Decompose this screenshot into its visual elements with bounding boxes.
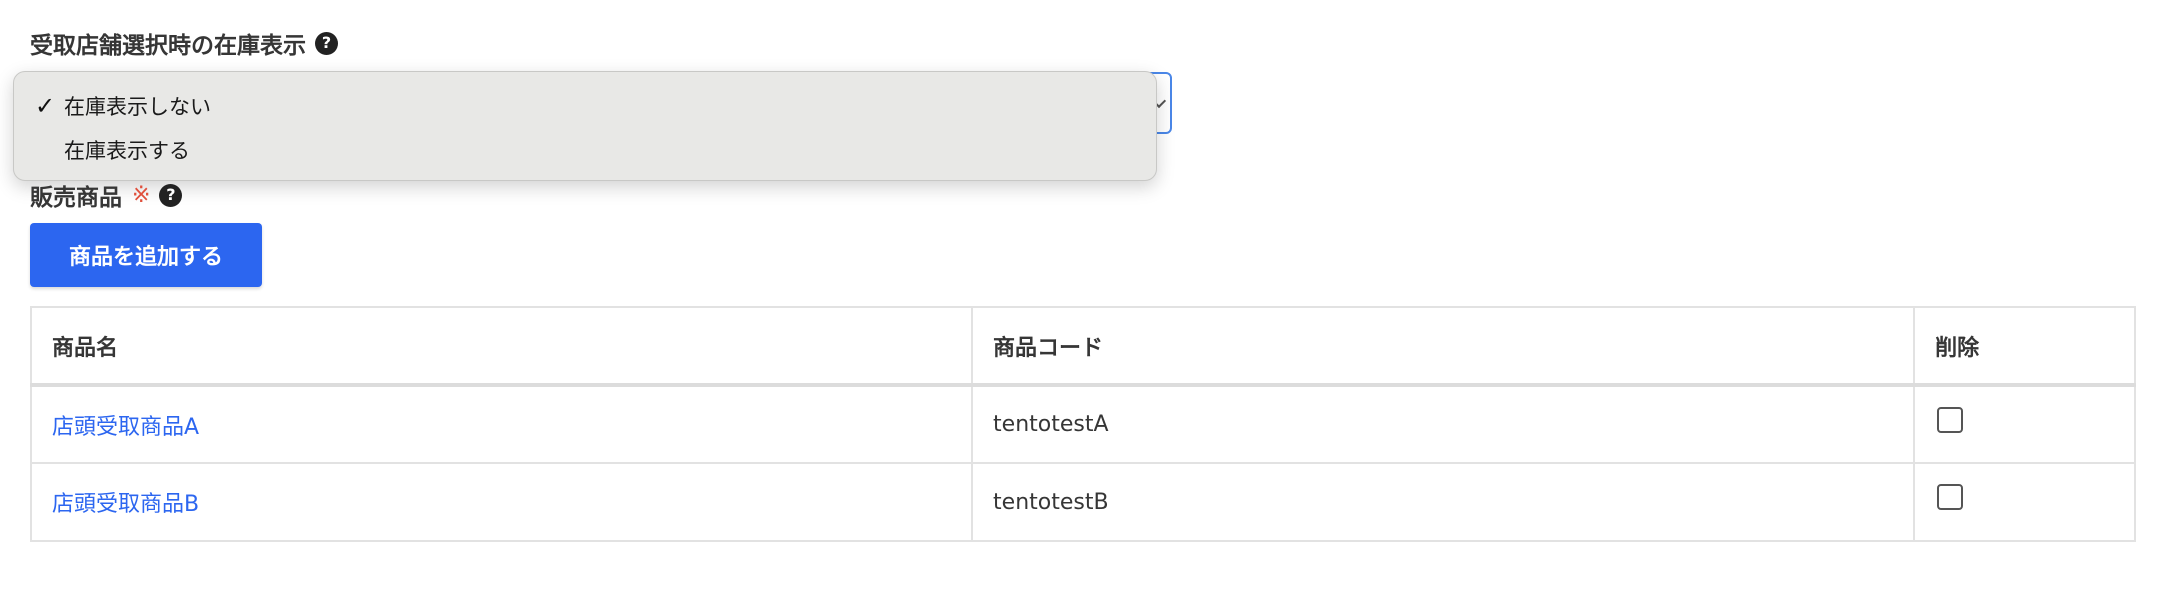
table-row: 店頭受取商品B tentotestB <box>29 462 2136 542</box>
settings-page: 受取店舗選択時の在庫表示 ? ✓ 在庫表示しない 在庫表示する 販売商品 ※ ?… <box>0 0 2166 594</box>
products-label: 販売商品 <box>30 185 122 211</box>
column-header-delete: 削除 <box>1913 306 2136 386</box>
stock-display-dropdown[interactable]: ✓ 在庫表示しない 在庫表示する <box>13 71 1157 181</box>
column-header-product-code: 商品コード <box>971 306 1916 386</box>
dropdown-option-show-stock[interactable]: 在庫表示する <box>14 130 1156 170</box>
table-row: 店頭受取商品A tentotestA <box>29 384 2136 464</box>
product-code-cell: tentotestA <box>971 384 1916 464</box>
delete-cell <box>1913 384 2136 464</box>
add-product-button[interactable]: 商品を追加する <box>30 223 262 287</box>
stock-display-label: 受取店舗選択時の在庫表示 <box>30 33 306 59</box>
product-table: 商品名 商品コード 削除 店頭受取商品A tentotestA 店頭受取商品B … <box>29 306 2136 542</box>
column-header-product-name: 商品名 <box>29 306 974 386</box>
delete-cell <box>1913 462 2136 542</box>
question-circle-icon[interactable]: ? <box>315 31 338 55</box>
product-name-link[interactable]: 店頭受取商品A <box>52 415 199 440</box>
option-label: 在庫表示する <box>64 139 190 163</box>
option-label: 在庫表示しない <box>64 95 211 119</box>
table-header-row: 商品名 商品コード 削除 <box>29 306 2136 386</box>
delete-checkbox[interactable] <box>1937 484 1964 510</box>
product-name-cell: 店頭受取商品B <box>29 462 974 542</box>
question-circle-icon[interactable]: ? <box>159 183 183 207</box>
delete-checkbox[interactable] <box>1937 407 1964 433</box>
stock-display-label-row: 受取店舗選択時の在庫表示 ? <box>30 26 338 60</box>
product-name-cell: 店頭受取商品A <box>29 384 974 464</box>
product-name-link[interactable]: 店頭受取商品B <box>52 492 199 517</box>
checkmark-icon: ✓ <box>34 92 56 120</box>
dropdown-option-no-stock[interactable]: ✓ 在庫表示しない <box>14 86 1156 126</box>
product-code-cell: tentotestB <box>971 462 1916 542</box>
products-label-row: 販売商品 ※ ? <box>30 178 183 212</box>
required-mark: ※ <box>132 182 151 208</box>
